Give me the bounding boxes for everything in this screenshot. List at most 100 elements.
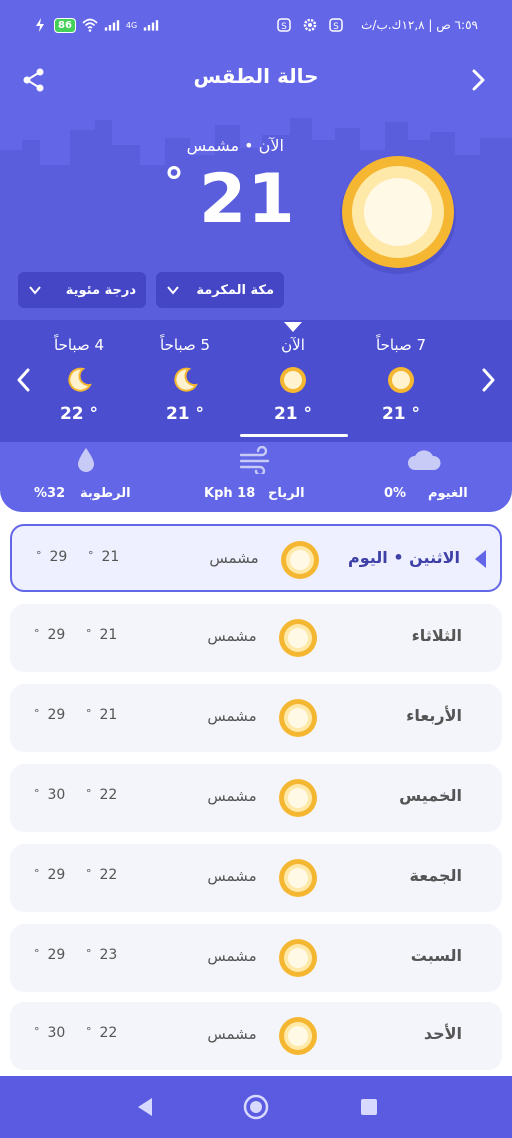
day-low-value: 29 <box>47 867 66 883</box>
day-low-temp: ° 29 <box>34 947 66 963</box>
svg-text:S: S <box>281 22 287 32</box>
day-row[interactable]: الخميس مشمس ° 22 ° 30 <box>10 764 502 832</box>
svg-text:S: S <box>333 22 339 32</box>
day-high-temp: ° 22 <box>86 1025 118 1041</box>
day-high-temp: ° 23 <box>86 947 118 963</box>
hour-label: 7 صباحاً <box>376 336 426 354</box>
hour-temp: 21 ° <box>273 404 313 424</box>
hour-item[interactable]: 5 صباحاً 21 ° <box>140 320 230 442</box>
day-high-value: 22 <box>99 1025 118 1041</box>
day-high-value: 22 <box>99 867 118 883</box>
day-high-temp: ° 22 <box>86 787 118 803</box>
hour-item[interactable]: 4 صباحاً 22 ° <box>34 320 124 442</box>
day-row-selected[interactable]: الاثنين • اليوم مشمس ° 21 ° 29 <box>10 524 502 592</box>
day-condition: مشمس <box>207 947 257 965</box>
nav-home-button[interactable] <box>243 1094 269 1120</box>
hour-temp: 22 ° <box>59 404 99 424</box>
hourly-forecast: 7 صباحاً 21 ° الآن 21 ° 5 صباحاً 21 ° 4 … <box>0 320 512 442</box>
day-condition: مشمس <box>207 867 257 885</box>
battery-indicator: 86 <box>54 17 76 33</box>
hour-temp: 21 ° <box>165 404 205 424</box>
status-extra-icons: S S <box>276 17 344 33</box>
day-low-temp: ° 30 <box>34 1025 66 1041</box>
hourly-scroll-right-button[interactable] <box>476 366 500 394</box>
day-low-temp: ° 29 <box>34 707 66 723</box>
back-button[interactable] <box>462 64 494 96</box>
sun-icon <box>279 619 317 657</box>
wifi-icon <box>82 18 98 32</box>
nav-recents-button[interactable] <box>356 1094 382 1120</box>
hour-label: 4 صباحاً <box>54 336 104 354</box>
clouds-value: 0% <box>384 486 407 501</box>
network-type: 4G <box>125 20 138 30</box>
hour-label: الآن <box>281 336 305 354</box>
location-dropdown-label: مكة المكرمة <box>196 282 274 298</box>
day-low-value: 29 <box>47 627 66 643</box>
day-name: الخميس <box>399 786 462 805</box>
day-low-value: 29 <box>47 947 66 963</box>
wind-icon <box>239 446 270 474</box>
app-header: حالة الطقس <box>0 58 512 102</box>
current-temperature: ° 21 <box>164 160 296 239</box>
sun-icon <box>279 779 317 817</box>
selected-hour-underline <box>240 434 348 437</box>
location-dropdown[interactable]: مكة المكرمة <box>156 272 284 308</box>
system-navigation-bar <box>0 1076 512 1138</box>
day-high-temp: ° 21 <box>86 627 118 643</box>
nav-back-button[interactable] <box>132 1094 158 1120</box>
day-high-value: 21 <box>99 627 118 643</box>
day-row[interactable]: السبت مشمس ° 23 ° 29 <box>10 924 502 992</box>
hour-item-now[interactable]: الآن 21 ° <box>248 320 338 442</box>
sun-icon <box>388 367 414 393</box>
day-condition: مشمس <box>207 707 257 725</box>
day-low-value: 30 <box>47 1025 66 1041</box>
sun-icon <box>279 1017 317 1055</box>
signal-icon <box>104 20 120 31</box>
day-name: الثلاثاء <box>411 626 462 645</box>
day-high-temp: ° 22 <box>86 867 118 883</box>
day-low-value: 29 <box>47 707 66 723</box>
humidity-value: %32 <box>34 486 66 501</box>
status-bar: 86 4G S S ٦:٥٩ ص | ١٢,٨ك.ب/ث <box>0 0 512 54</box>
chevron-down-icon <box>167 286 179 295</box>
day-row[interactable]: الجمعة مشمس ° 22 ° 29 <box>10 844 502 912</box>
hourly-scroll-left-button[interactable] <box>12 366 36 394</box>
day-high-value: 21 <box>101 549 120 565</box>
wind-label: الرياح <box>268 486 305 501</box>
current-condition-label: الآن • مشمس <box>186 136 284 155</box>
selected-indicator <box>475 550 486 568</box>
sun-icon <box>340 156 456 274</box>
water-drop-icon <box>78 448 94 472</box>
hour-item[interactable]: 7 صباحاً 21 ° <box>356 320 446 442</box>
unit-dropdown[interactable]: درجة مئوية <box>18 272 146 308</box>
day-low-temp: ° 29 <box>34 867 66 883</box>
hour-temp: 21 ° <box>381 404 421 424</box>
signal-icon-2 <box>144 20 159 31</box>
day-condition: مشمس <box>207 1025 257 1043</box>
sun-icon <box>280 367 306 393</box>
sun-icon <box>279 939 317 977</box>
unit-dropdown-label: درجة مئوية <box>65 282 136 298</box>
day-low-value: 30 <box>47 787 66 803</box>
day-name: السبت <box>410 946 462 965</box>
day-name: الأحد <box>423 1024 462 1043</box>
chevron-right-icon <box>472 69 485 91</box>
day-row[interactable]: الأربعاء مشمس ° 21 ° 29 <box>10 684 502 752</box>
humidity-label: الرطوبة <box>80 486 131 501</box>
page-title: حالة الطقس <box>193 64 319 88</box>
day-condition: مشمس <box>209 549 259 567</box>
gear-icon <box>303 18 317 32</box>
status-time: ٦:٥٩ ص | ١٢,٨ك.ب/ث <box>361 18 478 32</box>
moon-icon <box>68 367 92 392</box>
status-icons: 86 4G <box>32 17 159 33</box>
day-condition: مشمس <box>207 787 257 805</box>
chevron-down-icon <box>29 286 41 295</box>
sun-icon <box>279 699 317 737</box>
app-notification-icon: S <box>277 18 291 32</box>
cloud-icon <box>408 450 441 470</box>
day-low-temp: ° 29 <box>36 549 68 565</box>
charging-icon <box>36 18 44 32</box>
day-row[interactable]: الثلاثاء مشمس ° 21 ° 29 <box>10 604 502 672</box>
day-row[interactable]: الأحد مشمس ° 22 ° 30 <box>10 1002 502 1070</box>
day-name: الجمعة <box>409 866 462 885</box>
